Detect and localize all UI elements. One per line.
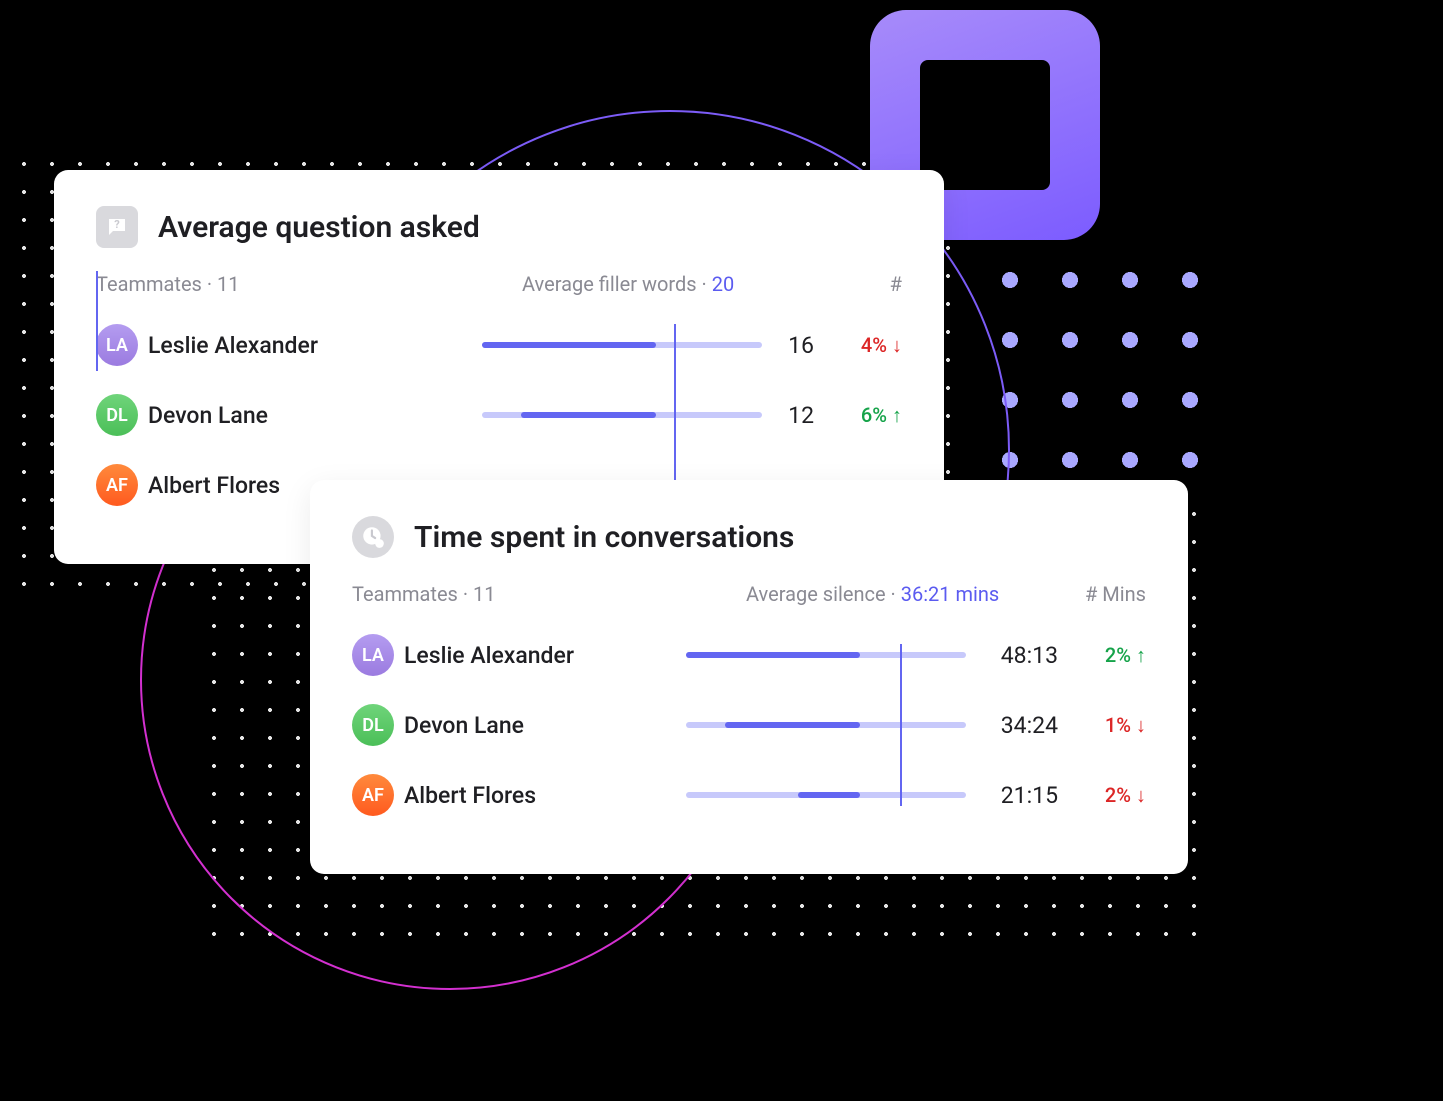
row-value: 48:13	[966, 642, 1066, 669]
metric-header: Average filler words · 20	[522, 272, 802, 296]
row-delta: 6% ↑	[822, 403, 902, 428]
avatar: AF	[96, 464, 138, 506]
column-headers: Teammates · 11 Average filler words · 20…	[96, 272, 902, 296]
average-marker-line	[900, 644, 902, 806]
avatar: LA	[352, 634, 394, 676]
card-header: ? Average question asked	[96, 206, 902, 248]
avatar: LA	[96, 324, 138, 366]
decorative-dots-purple	[980, 250, 1200, 470]
row-delta: 4% ↓	[822, 333, 902, 358]
bar	[686, 717, 966, 733]
teammate-row: LA Leslie Alexander 16 4% ↓	[96, 324, 902, 366]
card-time-spent-conversations: Time spent in conversations Teammates · …	[310, 480, 1188, 874]
row-delta: 2% ↓	[1066, 783, 1146, 808]
avatar: DL	[96, 394, 138, 436]
avatar: DL	[352, 704, 394, 746]
teammate-row: LA Leslie Alexander 48:13 2% ↑	[352, 634, 1146, 676]
row-value: 12	[762, 402, 822, 429]
value-header: # Mins	[1026, 582, 1146, 606]
card-title: Average question asked	[158, 210, 480, 245]
teammate-row: DL Devon Lane 34:24 1% ↓	[352, 704, 1146, 746]
teammates-header: Teammates · 11	[352, 582, 746, 606]
teammate-name: Leslie Alexander	[404, 642, 686, 669]
value-header: #	[802, 272, 902, 296]
row-delta: 1% ↓	[1066, 713, 1146, 738]
teammate-row: DL Devon Lane 12 6% ↑	[96, 394, 902, 436]
avatar: AF	[352, 774, 394, 816]
svg-text:?: ?	[114, 218, 120, 231]
bar	[482, 337, 762, 353]
teammate-name: Devon Lane	[404, 712, 686, 739]
metric-header: Average silence · 36:21 mins	[746, 582, 1026, 606]
row-value: 16	[762, 332, 822, 359]
bar	[686, 787, 966, 803]
bar	[482, 407, 762, 423]
teammate-name: Devon Lane	[148, 402, 482, 429]
teammate-row: AF Albert Flores 21:15 2% ↓	[352, 774, 1146, 816]
card-header: Time spent in conversations	[352, 516, 1146, 558]
teammate-name: Albert Flores	[404, 782, 686, 809]
row-value: 34:24	[966, 712, 1066, 739]
column-headers: Teammates · 11 Average silence · 36:21 m…	[352, 582, 1146, 606]
average-marker	[96, 271, 98, 371]
teammates-header: Teammates · 11	[96, 272, 522, 296]
row-value: 21:15	[966, 782, 1066, 809]
bar	[686, 647, 966, 663]
question-bubble-icon: ?	[96, 206, 138, 248]
clock-user-icon	[352, 516, 394, 558]
card-title: Time spent in conversations	[414, 520, 794, 555]
row-delta: 2% ↑	[1066, 643, 1146, 668]
teammate-name: Leslie Alexander	[148, 332, 482, 359]
